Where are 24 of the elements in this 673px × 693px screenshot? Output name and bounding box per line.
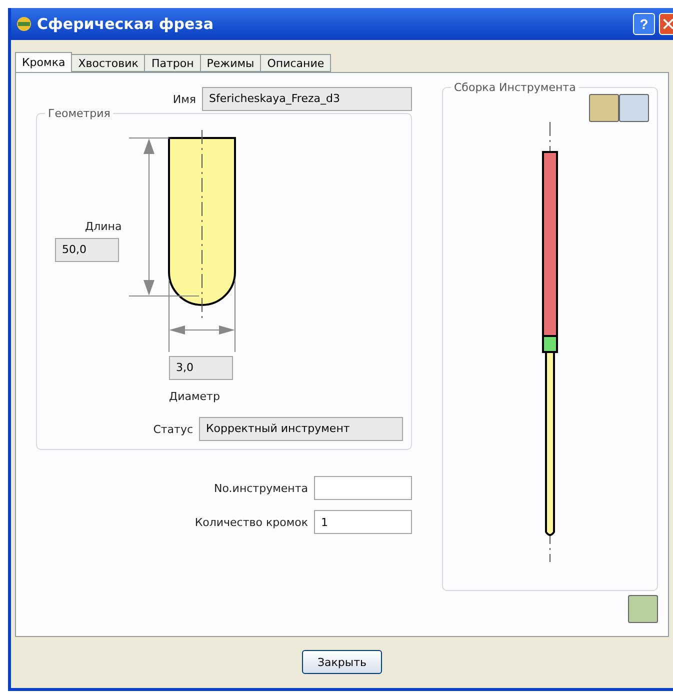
edge-count-field[interactable]: 1 (314, 510, 412, 534)
tool-number-field[interactable] (314, 476, 412, 500)
name-field: Sfericheskaya_Freza_d3 (202, 87, 412, 111)
diameter-label: Диаметр (169, 390, 220, 403)
tab[interactable]: Режимы (200, 54, 262, 72)
diameter-field[interactable]: 3,0 (169, 356, 233, 380)
close-button[interactable] (659, 13, 673, 35)
group-title: Геометрия (47, 107, 112, 120)
tab[interactable]: Хвостовик (71, 54, 146, 72)
close-button[interactable]: Закрыть (302, 650, 382, 674)
tab[interactable]: Кромка (15, 52, 72, 72)
field-label: No.инструмента (214, 482, 308, 494)
field-label: Количество кромок (194, 516, 308, 528)
help-button[interactable]: ? (633, 13, 655, 35)
app-icon (15, 15, 33, 33)
status-field: Корректный инструмент (199, 417, 403, 441)
field-label: Имя (172, 92, 196, 106)
group-title: Сборка Инструмента (453, 81, 577, 94)
tab[interactable]: Описание (260, 54, 332, 72)
tab[interactable]: Патрон (144, 54, 201, 72)
length-label: Длина (85, 220, 122, 233)
status-label: Статус (153, 422, 193, 436)
window-title: Сферическая фреза (37, 15, 214, 33)
length-field[interactable]: 50,0 (55, 238, 119, 262)
